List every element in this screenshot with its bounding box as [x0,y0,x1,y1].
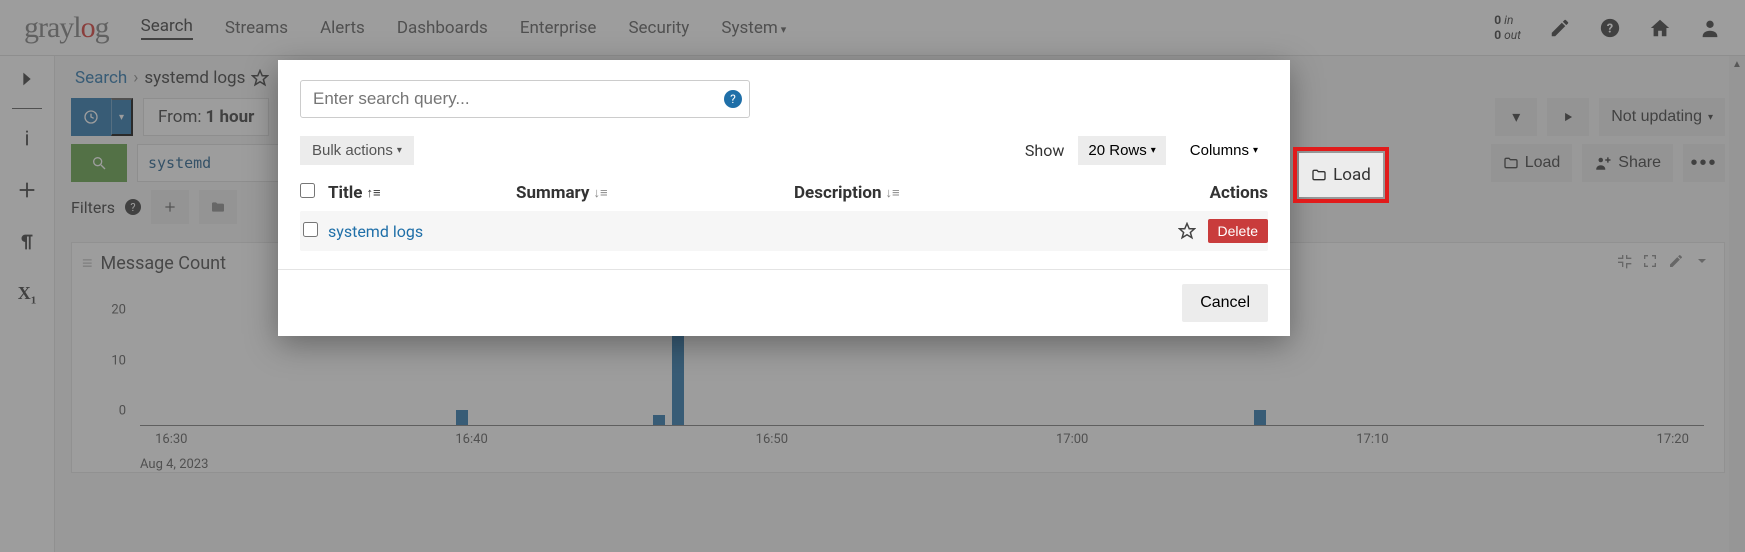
modal-search-help-icon[interactable]: ? [724,90,742,108]
select-all-checkbox[interactable] [300,183,315,198]
show-label: Show [1025,141,1064,160]
load-search-modal: ? Bulk actions ▾ Show 20 Rows ▾ Columns … [278,60,1290,336]
table-row: systemd logs Delete [300,211,1268,251]
rows-dropdown[interactable]: 20 Rows ▾ [1078,136,1165,165]
cancel-button[interactable]: Cancel [1182,284,1268,322]
row-title-link[interactable]: systemd logs [328,222,423,241]
col-title[interactable]: Title ↑≡ [328,183,508,203]
row-checkbox[interactable] [303,222,318,237]
columns-dropdown[interactable]: Columns ▾ [1180,136,1268,165]
table-header: Title ↑≡ Summary ↓≡ Description ↓≡ Actio… [300,175,1268,211]
row-favorite-icon[interactable] [1178,222,1196,240]
row-delete-button[interactable]: Delete [1208,219,1268,243]
col-actions: Actions [1210,183,1268,203]
col-description[interactable]: Description ↓≡ [794,183,1094,203]
modal-search-input[interactable] [300,80,750,118]
col-summary[interactable]: Summary ↓≡ [516,183,786,203]
load-button-highlighted[interactable]: Load [1299,153,1383,197]
bulk-actions-button[interactable]: Bulk actions ▾ [300,136,414,165]
